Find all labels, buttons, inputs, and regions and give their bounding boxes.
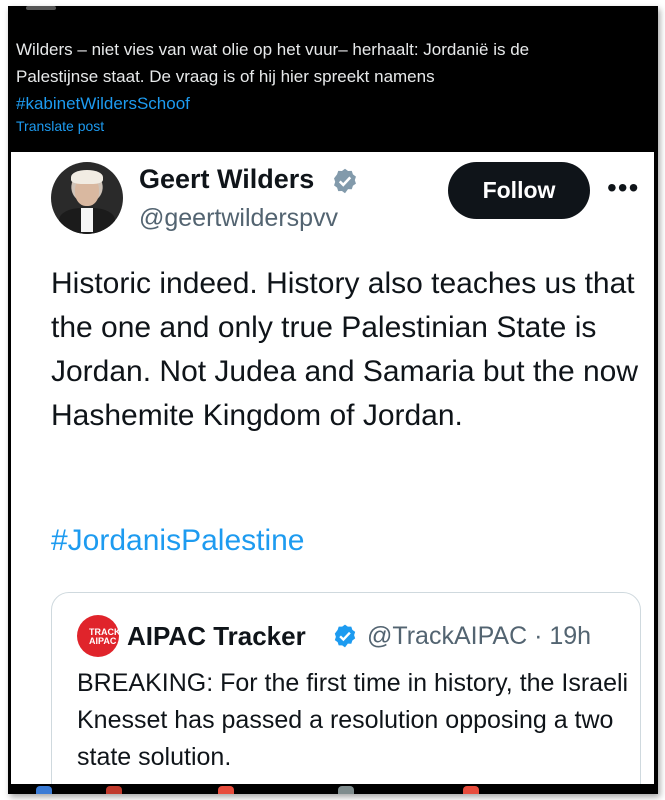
quoted-post-card[interactable]: TRACK AIPAC AIPAC Tracker @TrackAIPAC · … <box>51 592 641 784</box>
post-text: Wilders – niet vies van wat olie op het … <box>16 36 648 117</box>
quoted-verified-badge-icon <box>334 624 356 648</box>
translate-post-link[interactable]: Translate post <box>16 118 104 134</box>
quoted-author-name[interactable]: AIPAC Tracker <box>127 621 306 652</box>
quoted-post-body: BREAKING: For the first time in history,… <box>77 669 629 771</box>
more-options-icon[interactable]: ••• <box>607 172 639 204</box>
author-name[interactable]: Geert Wilders <box>139 164 314 195</box>
embedded-post-body: Historic indeed. History also teaches us… <box>51 267 639 432</box>
embedded-post-screenshot: Geert Wilders @geertwilderspvv Follow ••… <box>11 152 654 784</box>
bottom-cutoff-strip <box>8 784 658 794</box>
quoted-author-handle[interactable]: @TrackAIPAC · 19h <box>367 622 591 651</box>
author-handle[interactable]: @geertwilderspvv <box>139 204 338 233</box>
follow-button[interactable]: Follow <box>448 162 590 219</box>
embedded-post-hashtag-link[interactable]: #JordanisPalestine <box>51 524 305 558</box>
post-text-line-1: Wilders – niet vies van wat olie op het … <box>16 40 530 59</box>
post-hashtag-link[interactable]: #kabinetWildersSchoof <box>16 90 648 117</box>
aipac-tracker-logo-icon: TRACK AIPAC <box>77 615 121 657</box>
aipac-tracker-logo-text: TRACK AIPAC <box>89 627 121 646</box>
author-avatar[interactable] <box>51 162 123 234</box>
verified-badge-icon <box>334 168 356 194</box>
screenshot-frame: Wilders – niet vies van wat olie op het … <box>8 6 658 794</box>
post-text-line-2: Palestijnse staat. De vraag is of hij hi… <box>16 67 435 86</box>
top-cutoff-strip <box>8 6 658 16</box>
